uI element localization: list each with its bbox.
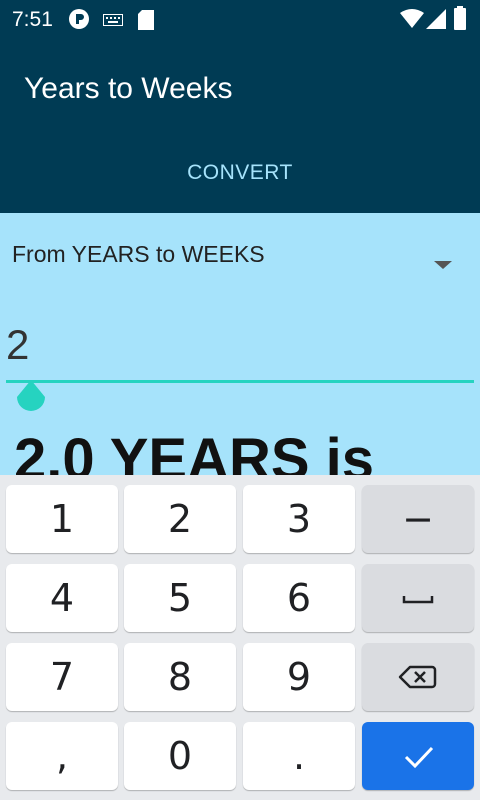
key-0[interactable]: 0 xyxy=(124,722,236,790)
keyboard-icon xyxy=(103,13,123,31)
wifi-icon xyxy=(400,9,424,34)
result-text: 2.0 YEARS is xyxy=(14,427,375,475)
checkmark-icon xyxy=(404,746,434,769)
sd-card-icon xyxy=(138,10,154,35)
dropdown-arrow-icon xyxy=(434,261,452,269)
key-6[interactable]: 6 xyxy=(243,564,355,632)
tab-convert[interactable]: CONVERT xyxy=(0,133,480,213)
app-bar: Years to Weeks xyxy=(0,40,480,133)
key-8[interactable]: 8 xyxy=(124,643,236,711)
input-underline xyxy=(6,380,474,383)
key-7[interactable]: 7 xyxy=(6,643,118,711)
key-2[interactable]: 2 xyxy=(124,485,236,553)
page-title: Years to Weeks xyxy=(24,72,233,105)
key-comma[interactable]: , xyxy=(6,722,118,790)
key-1[interactable]: 1 xyxy=(6,485,118,553)
space-icon xyxy=(402,596,434,604)
numeric-keyboard: 1 2 3 − 4 5 6 7 8 9 , 0 . xyxy=(0,475,480,800)
text-cursor-handle-icon[interactable] xyxy=(16,380,46,418)
input-value: 2 xyxy=(6,321,30,368)
key-minus[interactable]: − xyxy=(362,485,474,553)
key-5[interactable]: 5 xyxy=(124,564,236,632)
converter-panel: From YEARS to WEEKS 2 2.0 YEARS is xyxy=(0,213,480,475)
battery-icon xyxy=(454,6,466,35)
key-9[interactable]: 9 xyxy=(243,643,355,711)
key-period[interactable]: . xyxy=(243,722,355,790)
status-time: 7:51 xyxy=(12,8,53,31)
value-input[interactable]: 2 xyxy=(6,313,474,383)
signal-icon xyxy=(426,9,446,34)
backspace-icon xyxy=(398,665,437,689)
tab-bar: CONVERT xyxy=(0,133,480,213)
status-bar: 7:51 xyxy=(0,0,480,40)
key-3[interactable]: 3 xyxy=(243,485,355,553)
conversion-spinner[interactable]: From YEARS to WEEKS xyxy=(0,225,480,285)
done-key[interactable] xyxy=(362,722,474,790)
key-4[interactable]: 4 xyxy=(6,564,118,632)
spinner-selected-label: From YEARS to WEEKS xyxy=(12,241,265,267)
backspace-key[interactable] xyxy=(362,643,474,711)
space-key[interactable] xyxy=(362,564,474,632)
app-notification-icon xyxy=(68,8,90,35)
